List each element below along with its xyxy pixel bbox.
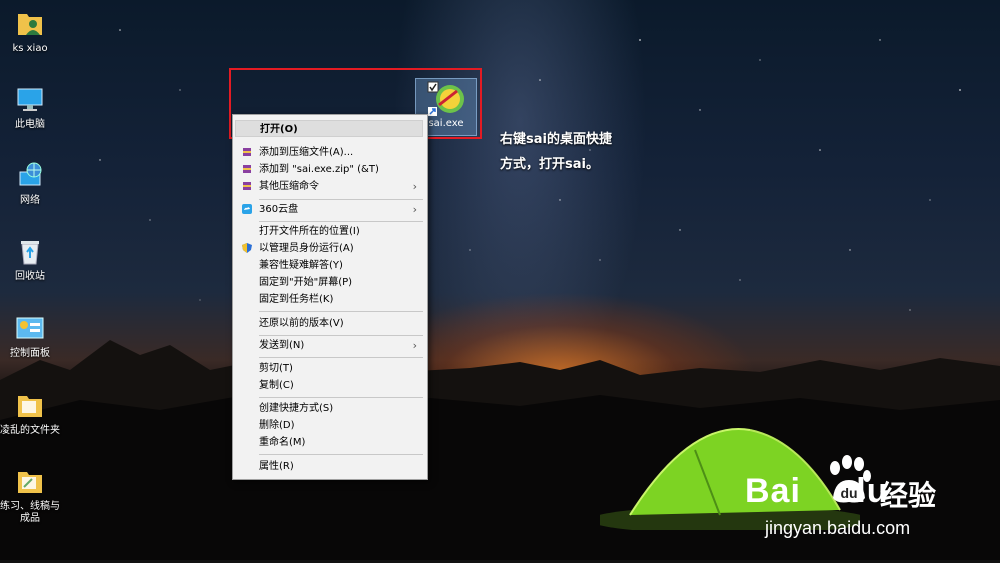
menu-item-open[interactable]: 打开(O) (235, 120, 423, 137)
desktop-icon-user-folder[interactable]: ks xiao (0, 8, 60, 55)
menu-item-add-to-zip[interactable]: 添加到 "sai.exe.zip" (&T) (235, 161, 423, 178)
baidu-jingyan-watermark: Bai du du 经验 jingyan.baidu.com (745, 452, 985, 547)
menu-item-send-to[interactable]: 发送到(N) › (235, 337, 423, 354)
menu-separator (259, 454, 423, 455)
menu-item-create-shortcut[interactable]: 创建快捷方式(S) (235, 400, 423, 417)
desktop-icon-practice-folder[interactable]: 练习、线稿与 成品 (0, 466, 60, 525)
desktop-icon-label: 练习、线稿与 (0, 501, 60, 512)
desktop-icon-label: 凌乱的文件夹 (0, 425, 60, 436)
menu-item-pin-to-start[interactable]: 固定到"开始"屏幕(P) (235, 274, 423, 291)
menu-item-copy[interactable]: 复制(C) (235, 377, 423, 394)
desktop-icon-label: 网络 (20, 195, 40, 206)
chevron-right-icon: › (412, 339, 417, 352)
menu-item-open-file-location[interactable]: 打开文件所在的位置(I) (235, 223, 423, 240)
desktop-icon-network[interactable]: 网络 (0, 160, 60, 207)
sai-app-icon (427, 81, 464, 116)
context-menu: 打开(O) 添加到压缩文件(A)... 添加到 "sai.exe.zip" (&… (232, 114, 428, 480)
computer-icon (17, 88, 43, 111)
menu-item-add-to-archive[interactable]: 添加到压缩文件(A)... (235, 144, 423, 161)
menu-item-rename[interactable]: 重命名(M) (235, 434, 423, 451)
control-panel-icon (16, 317, 44, 339)
folder-icon (18, 396, 42, 417)
desktop-icon-recycle-bin[interactable]: 回收站 (0, 236, 60, 283)
cloud-icon (242, 204, 252, 214)
user-folder-icon (18, 14, 42, 35)
folder-icon (18, 472, 42, 493)
desktop-icon-control-panel[interactable]: 控制面板 (0, 313, 60, 360)
menu-separator (259, 311, 423, 312)
menu-separator (259, 357, 423, 358)
menu-separator (259, 221, 423, 222)
desktop-icon-label: 成品 (20, 513, 40, 524)
menu-item-delete[interactable]: 删除(D) (235, 417, 423, 434)
desktop-icon-label: 控制面板 (10, 348, 50, 359)
menu-separator (259, 335, 423, 336)
chevron-right-icon: › (412, 203, 417, 216)
menu-item-cut[interactable]: 剪切(T) (235, 360, 423, 377)
winrar-icon (243, 165, 251, 173)
menu-item-restore-previous[interactable]: 还原以前的版本(V) (235, 315, 423, 332)
network-icon (19, 162, 42, 186)
menu-item-other-compress[interactable]: 其他压缩命令 › (235, 178, 423, 195)
svg-text:du: du (840, 485, 857, 501)
desktop-icon-this-pc[interactable]: 此电脑 (0, 84, 60, 131)
winrar-icon (243, 148, 251, 156)
chevron-right-icon: › (412, 180, 417, 193)
desktop-icon-label: 此电脑 (15, 119, 45, 130)
menu-separator (259, 397, 423, 398)
shield-icon (242, 243, 252, 253)
menu-item-compat-troubleshoot[interactable]: 兼容性疑难解答(Y) (235, 257, 423, 274)
baidu-paw-icon: du (830, 455, 871, 503)
menu-item-run-as-admin[interactable]: 以管理员身份运行(A) (235, 240, 423, 257)
winrar-icon (243, 182, 251, 190)
recycle-bin-icon (21, 241, 39, 265)
menu-item-pin-to-taskbar[interactable]: 固定到任务栏(K) (235, 291, 423, 308)
annotation-line-1: 右键sai的桌面快捷 (500, 132, 612, 147)
watermark-product: 经验 (880, 479, 937, 512)
menu-item-360-cloud[interactable]: 360云盘 › (235, 201, 423, 218)
desktop-icon-label: ks xiao (12, 43, 48, 54)
desktop-icon-messy-folder[interactable]: 凌乱的文件夹 (0, 390, 60, 437)
annotation-line-2: 方式，打开sai。 (500, 157, 599, 172)
watermark-url: jingyan.baidu.com (765, 518, 911, 538)
menu-separator (259, 199, 423, 200)
desktop-icon-label: 回收站 (15, 271, 45, 282)
menu-item-properties[interactable]: 属性(R) (235, 458, 423, 475)
